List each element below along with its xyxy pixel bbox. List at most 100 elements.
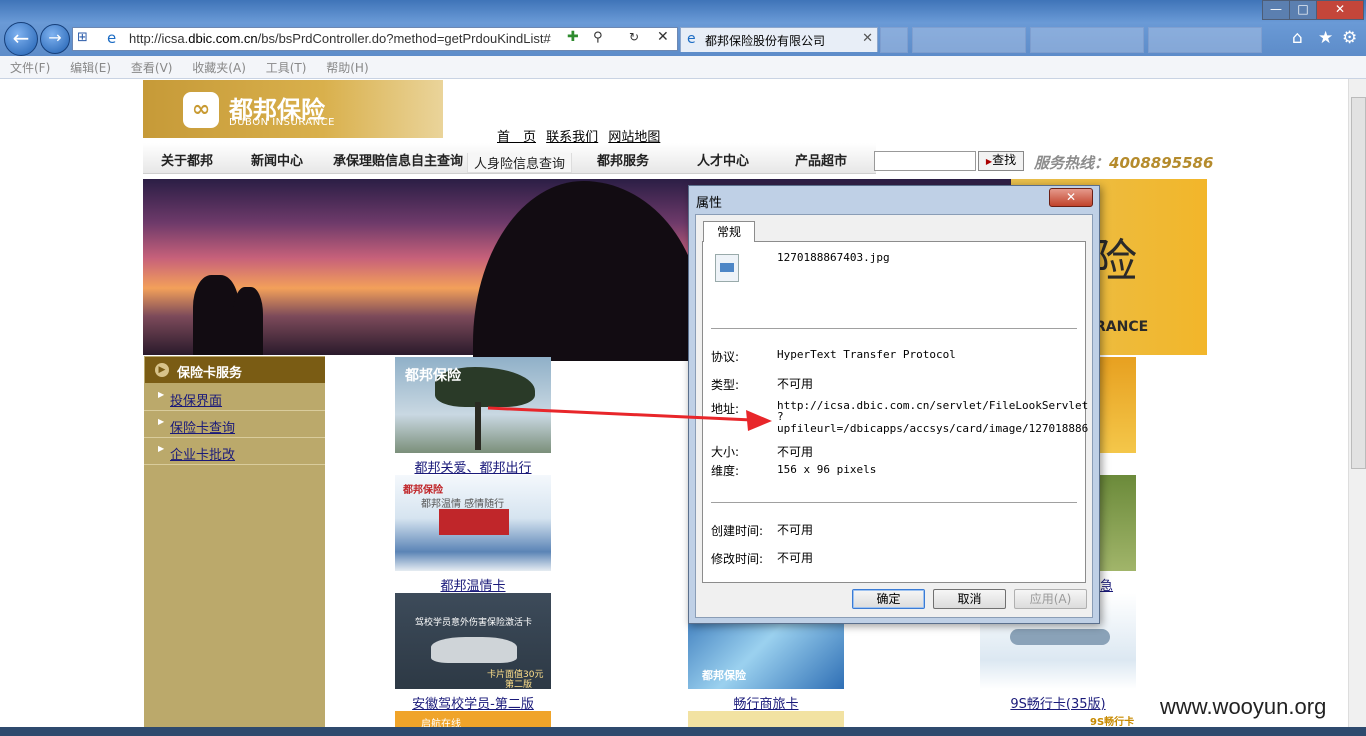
vertical-scrollbar[interactable]: [1348, 79, 1366, 727]
card-edition: 第二版: [505, 680, 533, 690]
created-value: 不可用: [777, 523, 814, 537]
maximize-button[interactable]: □: [1289, 0, 1317, 20]
tab-title: 都邦保险股份有限公司: [705, 34, 826, 48]
card-line: 驾校学员意外伤害保险激活卡: [415, 618, 533, 628]
sidebar-item[interactable]: ▶ 保险卡查询: [144, 411, 325, 438]
new-tab-button[interactable]: [880, 27, 908, 53]
search-button-label: 查找: [992, 153, 1017, 167]
menu-bar: 文件(F) 编辑(E) 查看(V) 收藏夹(A) 工具(T) 帮助(H): [0, 56, 1366, 79]
home-icon[interactable]: ⌂: [1292, 28, 1303, 48]
product-card-image-partial[interactable]: [1098, 475, 1136, 571]
product-card-caption-partial[interactable]: 急: [1100, 575, 1113, 594]
sidebar-item-label[interactable]: 企业卡批改: [170, 444, 235, 463]
product-card-caption[interactable]: 畅行商旅卡: [688, 693, 844, 712]
cancel-button[interactable]: 取消: [933, 589, 1006, 609]
tab-background-3[interactable]: [1148, 27, 1262, 53]
menu-tools[interactable]: 工具(T): [266, 59, 307, 76]
nav-claims-query[interactable]: 承保理赔信息自主查询: [333, 150, 463, 169]
banner-rock: [473, 181, 703, 361]
menu-help[interactable]: 帮助(H): [326, 59, 368, 76]
menu-edit[interactable]: 编辑(E): [70, 59, 111, 76]
compat-view-icon[interactable]: ⊞: [77, 30, 88, 45]
main-nav: 关于都邦 新闻中心 承保理赔信息自主查询 人身险信息查询 都邦服务 人才中心 产…: [143, 143, 876, 174]
address-bar[interactable]: ⊞ e http://icsa.dbic.com.cn/bs/bsPrdCont…: [72, 27, 678, 51]
general-panel: 1270188867403.jpg 协议: HyperText Transfer…: [702, 241, 1089, 583]
url-path: /bs/bsPrdController.do?method=getPrdouKi…: [257, 31, 551, 46]
hotline-label: 服务热线：: [1034, 154, 1110, 172]
product-card-image-partial[interactable]: [1098, 357, 1136, 453]
product-card-caption[interactable]: 9S畅行卡(35版): [980, 693, 1136, 712]
tools-gear-icon[interactable]: ⚙: [1342, 28, 1357, 48]
sidebar-item-label[interactable]: 投保界面: [170, 390, 222, 409]
tab-background-1[interactable]: [912, 27, 1026, 53]
sidebar-item[interactable]: ▶ 投保界面: [144, 384, 325, 411]
nav-careers[interactable]: 人才中心: [697, 150, 749, 169]
logo-en: DUBON INSURANCE: [229, 117, 335, 128]
watermark: www.wooyun.org: [1160, 694, 1327, 719]
site-search-button[interactable]: ▶查找: [978, 151, 1024, 171]
product-card-caption[interactable]: 安徽驾校学员-第二版: [395, 693, 551, 712]
modified-label: 修改时间:: [711, 552, 764, 566]
dialog-close-button[interactable]: ✕: [1049, 188, 1093, 207]
type-value: 不可用: [777, 377, 814, 391]
close-tab-icon[interactable]: ✕: [862, 31, 873, 46]
tab-background-2[interactable]: [1030, 27, 1144, 53]
minimize-button[interactable]: —: [1262, 0, 1290, 20]
separator: [711, 328, 1077, 329]
site-logo[interactable]: ∞ 都邦保险 DUBON INSURANCE: [143, 80, 443, 138]
bullet-arrow-icon: ▶: [158, 390, 165, 399]
image-thumb-glyph: [720, 263, 734, 272]
card-plane: [1010, 629, 1110, 645]
nav-news[interactable]: 新闻中心: [251, 150, 303, 169]
menu-file[interactable]: 文件(F): [10, 59, 50, 76]
back-icon[interactable]: ←: [4, 22, 38, 56]
dimensions-label: 维度:: [711, 464, 740, 478]
favorites-star-icon[interactable]: ★: [1318, 28, 1333, 48]
product-card-image[interactable]: 都邦保险: [395, 357, 551, 453]
tab-active[interactable]: e 都邦保险股份有限公司 ✕: [680, 27, 878, 52]
card-logo: 都邦保险: [405, 368, 461, 384]
modified-value: 不可用: [777, 551, 814, 565]
logo-mark-icon: ∞: [183, 92, 219, 128]
nav-life-query[interactable]: 人身险信息查询: [467, 153, 573, 173]
nav-products[interactable]: 产品超市: [795, 150, 847, 169]
protocol-label: 协议:: [711, 350, 740, 364]
search-icon[interactable]: ⚲: [593, 30, 603, 45]
product-card-caption[interactable]: 都邦关爱、都邦出行: [395, 457, 551, 476]
sidebar-item[interactable]: ▶ 企业卡批改: [144, 438, 325, 465]
product-card-caption[interactable]: 都邦温情卡: [395, 575, 551, 594]
separator: [711, 502, 1077, 503]
card-pavilion: [439, 509, 509, 535]
nav-about[interactable]: 关于都邦: [161, 150, 213, 169]
product-card-image[interactable]: 都邦保险 都邦温情 感情随行: [395, 475, 551, 571]
hotline-number: 4008895586: [1109, 154, 1214, 172]
image-file-icon: [715, 254, 739, 282]
stop-icon[interactable]: ✕: [657, 29, 669, 45]
site-search-input[interactable]: [874, 151, 976, 171]
hotline: 服务热线：4008895586: [1034, 152, 1213, 173]
url-prefix: http://icsa.: [129, 31, 189, 46]
tab-general[interactable]: 常规: [703, 221, 755, 242]
forward-icon[interactable]: →: [40, 24, 70, 54]
bullet-arrow-icon: ▶: [158, 444, 165, 453]
menu-favorites[interactable]: 收藏夹(A): [192, 59, 246, 76]
nav-service[interactable]: 都邦服务: [597, 150, 649, 169]
size-value: 不可用: [777, 445, 814, 459]
file-name: 1270188867403.jpg: [777, 251, 890, 264]
product-card-image[interactable]: 驾校学员意外伤害保险激活卡 卡片面值30元 第二版: [395, 593, 551, 690]
card-logo: 都邦保险: [702, 669, 746, 682]
refresh-icon[interactable]: ↻: [629, 30, 639, 44]
ok-button[interactable]: 确定: [852, 589, 925, 609]
window-close-button[interactable]: ✕: [1316, 0, 1364, 20]
apply-button[interactable]: 应用(A): [1014, 589, 1087, 609]
dialog-body: 常规 1270188867403.jpg 协议: HyperText Trans…: [695, 214, 1093, 618]
addon-icon[interactable]: ✚: [567, 29, 579, 45]
menu-view[interactable]: 查看(V): [131, 59, 173, 76]
sidebar-item-label[interactable]: 保险卡查询: [170, 417, 235, 436]
protocol-value: HyperText Transfer Protocol: [777, 348, 956, 361]
address-line-3: upfileurl=/dbicapps/accsys/card/image/12…: [777, 422, 1089, 435]
banner-brand-en: RANCE: [1095, 319, 1149, 335]
scrollbar-thumb[interactable]: [1351, 97, 1366, 469]
card-car: [431, 637, 517, 663]
url-text: http://icsa.dbic.com.cn/bs/bsPrdControll…: [129, 31, 551, 46]
